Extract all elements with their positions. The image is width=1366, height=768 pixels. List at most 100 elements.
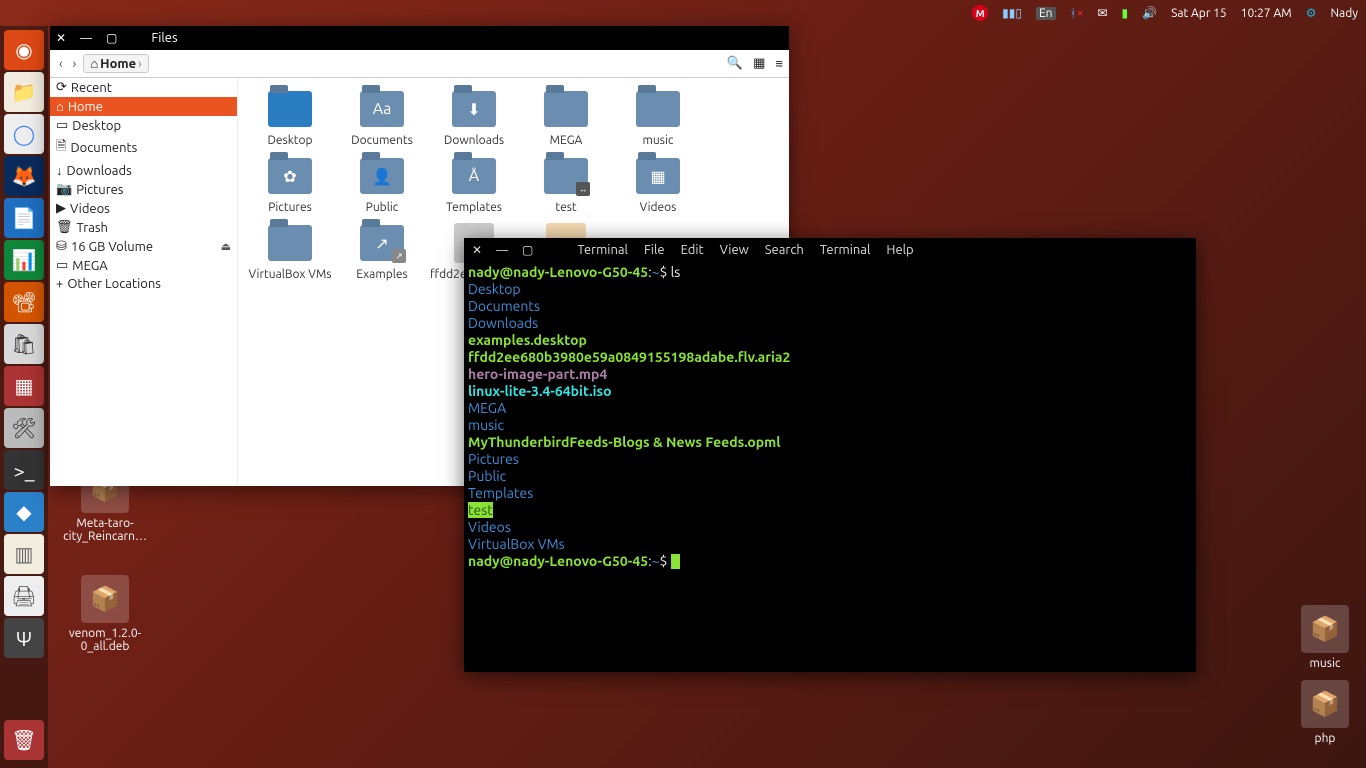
battery-icon[interactable]: ▮ xyxy=(1122,6,1129,20)
firefox-icon[interactable]: 🦊 xyxy=(4,156,44,196)
grid-item-label: VirtualBox VMs xyxy=(246,268,334,281)
sidebar-item-label: 16 GB Volume xyxy=(71,240,153,254)
impress-icon[interactable]: 📽 xyxy=(4,282,44,322)
sidebar-item[interactable]: + Other Locations xyxy=(50,275,237,293)
grid-item[interactable]: VirtualBox VMs xyxy=(244,220,336,309)
terminal-menu-item[interactable]: Terminal xyxy=(820,243,871,257)
home-icon: ⌂ xyxy=(90,56,98,71)
minimize-icon[interactable]: — xyxy=(80,32,92,45)
desktop-icon[interactable]: 📦venom_1.2.0-0_all.deb xyxy=(60,575,150,653)
files-launcher-icon[interactable]: 📁 xyxy=(4,72,44,112)
sidebar-item[interactable]: ⛁ 16 GB Volume ⏏ xyxy=(50,237,237,256)
grid-item[interactable]: ↔test xyxy=(520,153,612,216)
grid-item[interactable]: MEGA xyxy=(520,86,612,149)
sidebar-item-label: Pictures xyxy=(76,183,123,197)
menu-icon[interactable]: ≡ xyxy=(775,56,783,71)
dropbox-icon[interactable]: ◆ xyxy=(4,492,44,532)
trash-icon[interactable]: 🗑 xyxy=(4,720,44,760)
files-toolbar: ‹ › ⌂ Home › 🔍 ▦ ≡ xyxy=(50,50,789,78)
chromium-icon[interactable]: ◯ xyxy=(4,114,44,154)
cursor xyxy=(671,554,680,569)
forward-button[interactable]: › xyxy=(70,57,80,71)
close-icon[interactable]: ✕ xyxy=(472,243,482,257)
grid-item-label: Documents xyxy=(338,134,426,147)
sidebar-item-label: Desktop xyxy=(72,119,121,133)
sidebar-item-label: Downloads xyxy=(67,164,132,178)
bluetooth-icon[interactable]: ᚼ✕ xyxy=(1070,7,1084,20)
language-indicator[interactable]: En xyxy=(1036,7,1056,20)
grid-item-label: Downloads xyxy=(430,134,518,147)
calc-icon[interactable]: 📊 xyxy=(4,240,44,280)
terminal-menu-item[interactable]: File xyxy=(644,243,665,257)
sidebar-item[interactable]: ▭Desktop xyxy=(50,116,237,135)
grid-item-label: test xyxy=(522,201,610,214)
maximize-icon[interactable]: ▢ xyxy=(522,243,533,257)
desktop-icon-label: php xyxy=(1280,732,1366,745)
terminal-menu-item[interactable]: View xyxy=(720,243,749,257)
sidebar-item[interactable]: ▭MEGA xyxy=(50,256,237,275)
folder-icon: ⬇ xyxy=(452,91,496,127)
launcher: ◉ 📁 ◯ 🦊 📄 📊 📽 🛍 ▦ 🛠 >_ ◆ ▥ 🖨 Ψ 🗑 xyxy=(0,26,48,768)
launcher-red-icon[interactable]: ▦ xyxy=(4,366,44,406)
writer-icon[interactable]: 📄 xyxy=(4,198,44,238)
sidebar-item[interactable]: ⟳Recent xyxy=(50,78,237,97)
sidebar-item[interactable]: 🗑Trash xyxy=(50,218,237,237)
software-icon[interactable]: 🛍 xyxy=(4,324,44,364)
close-icon[interactable]: ✕ xyxy=(56,31,66,45)
grid-item[interactable]: ✿Pictures xyxy=(244,153,336,216)
filemanager-icon[interactable]: ▥ xyxy=(4,534,44,574)
breadcrumb[interactable]: ⌂ Home › xyxy=(83,54,148,73)
mega-icon[interactable]: M xyxy=(972,5,988,21)
tools-icon[interactable]: 🛠 xyxy=(4,408,44,448)
volume-icon[interactable]: 🔊 xyxy=(1142,6,1157,20)
sidebar-item-icon: ⛁ xyxy=(56,239,67,254)
clock-date[interactable]: Sat Apr 15 xyxy=(1171,7,1227,20)
view-grid-icon[interactable]: ▦ xyxy=(753,56,765,71)
clock-time[interactable]: 10:27 AM xyxy=(1241,7,1292,20)
sidebar-item[interactable]: 📷Pictures xyxy=(50,180,237,199)
eject-icon[interactable]: ⏏ xyxy=(221,240,231,253)
usb-icon[interactable]: Ψ xyxy=(4,618,44,658)
sidebar-item[interactable]: ↓Downloads xyxy=(50,161,237,180)
desktop-icon[interactable]: 📦 php xyxy=(1280,680,1366,745)
settings-icon[interactable]: ⚙ xyxy=(1306,6,1317,20)
grid-item[interactable]: ▦Videos xyxy=(612,153,704,216)
sidebar-item-label: Other Locations xyxy=(67,277,161,291)
terminal-menu-item[interactable]: Search xyxy=(765,243,804,257)
link-badge-icon: ↗ xyxy=(392,249,406,263)
maximize-icon[interactable]: ▢ xyxy=(106,31,117,45)
ubuntu-dash-icon[interactable]: ◉ xyxy=(4,30,44,70)
grid-item[interactable]: ÅTemplates xyxy=(428,153,520,216)
sidebar-item[interactable]: ▶Videos xyxy=(50,199,237,218)
sidebar-item[interactable]: ⌂Home xyxy=(50,97,237,116)
file-icon: 📦 xyxy=(1301,680,1349,728)
sidebar-item-icon: 🗎 xyxy=(56,137,66,159)
grid-item[interactable]: Desktop xyxy=(244,86,336,149)
desktop-icon-label: venom_1.2.0-0_all.deb xyxy=(60,627,150,653)
sidebar-item[interactable]: 🗎Documents xyxy=(50,135,237,161)
folder-icon xyxy=(268,225,312,261)
sidebar-item-icon: + xyxy=(56,277,63,291)
desktop-icon[interactable]: 📦music xyxy=(1280,605,1366,670)
user-menu[interactable]: Nady xyxy=(1330,7,1358,20)
terminal-titlebar[interactable]: ✕ — ▢ Terminal File Edit View Search Terminal… xyxy=(464,238,1196,262)
back-button[interactable]: ‹ xyxy=(56,57,66,71)
printer-icon[interactable]: 🖨 xyxy=(4,576,44,616)
terminal-menu-item[interactable]: Help xyxy=(886,243,913,257)
grid-item[interactable]: 👤Public xyxy=(336,153,428,216)
mail-icon[interactable]: ✉ xyxy=(1097,6,1107,20)
terminal-body[interactable]: nady@nady-Lenovo-G50-45:~$ ls Desktop Do… xyxy=(464,262,1196,572)
file-icon: 📦 xyxy=(1301,605,1349,653)
terminal-launcher-icon[interactable]: >_ xyxy=(4,450,44,490)
grid-item[interactable]: music xyxy=(612,86,704,149)
network-icon[interactable]: ▮▮▯ xyxy=(1002,6,1022,20)
grid-item[interactable]: ↗↗Examples xyxy=(336,220,428,309)
terminal-menu-item[interactable]: Edit xyxy=(681,243,704,257)
folder-icon: ▦ xyxy=(636,158,680,194)
terminal-menu-item[interactable]: Terminal xyxy=(577,243,628,257)
grid-item[interactable]: AaDocuments xyxy=(336,86,428,149)
search-icon[interactable]: 🔍 xyxy=(727,56,743,71)
grid-item[interactable]: ⬇ Downloads xyxy=(428,86,520,149)
files-titlebar[interactable]: ✕ — ▢ Files xyxy=(50,26,789,50)
minimize-icon[interactable]: — xyxy=(496,244,508,257)
